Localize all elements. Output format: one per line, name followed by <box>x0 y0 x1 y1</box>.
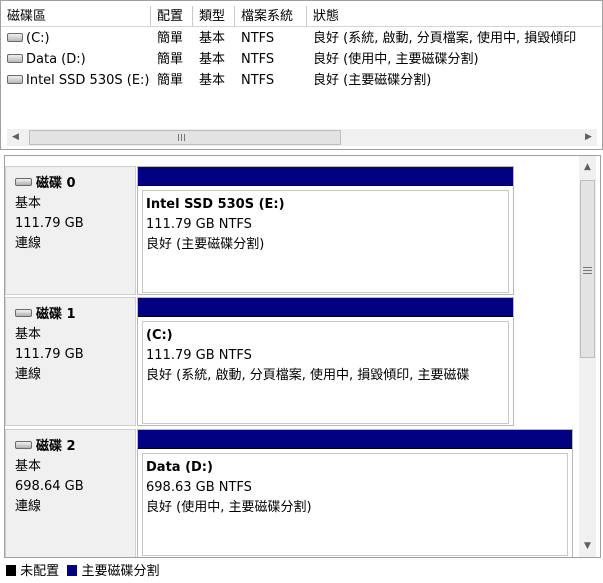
volume-layout: 簡單 <box>157 52 184 67</box>
disk-icon <box>15 178 32 186</box>
volume-layout: 簡單 <box>157 31 184 46</box>
disk-state: 連線 <box>15 367 42 382</box>
volume-filesystem: NTFS <box>241 52 275 67</box>
column-volume[interactable]: 磁碟區 <box>1 6 151 27</box>
scroll-up-icon[interactable]: ▲ <box>579 159 596 176</box>
volume-type: 基本 <box>199 52 226 67</box>
disk-row: 磁碟 1 基本 111.79 GB 連線 (C:) 111.79 GB NTFS… <box>5 297 580 426</box>
volume-name: Data (D:) <box>26 52 86 67</box>
disk-type: 基本 <box>15 196 42 211</box>
disk-type: 基本 <box>15 327 42 342</box>
disk-size: 698.64 GB <box>15 479 84 494</box>
volume-list: 磁碟區 配置 類型 檔案系統 狀態 (C:) 簡單 基本 NTFS 良好 (系統… <box>0 0 603 150</box>
disk-size: 111.79 GB <box>15 347 84 362</box>
scroll-down-icon[interactable]: ▼ <box>579 538 596 555</box>
volume-name: (C:) <box>26 31 50 46</box>
disk-info[interactable]: 磁碟 0 基本 111.79 GB 連線 <box>5 166 136 295</box>
scroll-thumb[interactable] <box>29 130 341 145</box>
partition-size-fs: 111.79 GB NTFS <box>146 348 252 363</box>
disk-graphic-view: 磁碟 0 基本 111.79 GB 連線 Intel SSD 530S (E:)… <box>4 155 601 558</box>
disk-icon <box>15 441 32 449</box>
partition-block[interactable]: Intel SSD 530S (E:) 111.79 GB NTFS 良好 (主… <box>137 166 514 295</box>
disk-info[interactable]: 磁碟 1 基本 111.79 GB 連線 <box>5 297 136 426</box>
volume-type: 基本 <box>199 73 226 88</box>
column-layout[interactable]: 配置 <box>151 6 193 27</box>
drive-icon <box>7 33 23 42</box>
legend: 未配置 主要磁碟分割 <box>6 563 603 581</box>
volume-type: 基本 <box>199 31 226 46</box>
volume-status: 良好 (系統, 啟動, 分頁檔案, 使用中, 損毀傾印 <box>313 31 577 46</box>
legend-primary-partition: 主要磁碟分割 <box>81 564 160 579</box>
partition-name: Data (D:) <box>146 460 213 475</box>
grip-icon <box>583 265 592 274</box>
disk-size: 111.79 GB <box>15 216 84 231</box>
volume-filesystem: NTFS <box>241 31 275 46</box>
volume-status: 良好 (使用中, 主要磁碟分割) <box>313 52 479 67</box>
partition-block[interactable]: Data (D:) 698.63 GB NTFS 良好 (使用中, 主要磁碟分割… <box>137 429 573 557</box>
disk-state: 連線 <box>15 499 42 514</box>
volume-filesystem: NTFS <box>241 73 275 88</box>
disk-row: 磁碟 0 基本 111.79 GB 連線 Intel SSD 530S (E:)… <box>5 166 580 295</box>
unallocated-swatch <box>6 564 16 576</box>
scroll-left-icon[interactable]: ◀ <box>7 129 24 146</box>
disk-state: 連線 <box>15 236 42 251</box>
primary-partition-bar <box>138 167 513 186</box>
scroll-right-icon[interactable]: ▶ <box>580 129 597 146</box>
disk-label: 磁碟 1 <box>36 307 76 322</box>
disk-label: 磁碟 0 <box>36 176 76 191</box>
disk-row: 磁碟 2 基本 698.64 GB 連線 Data (D:) 698.63 GB… <box>5 429 580 557</box>
grip-icon <box>178 134 187 141</box>
column-status[interactable]: 狀態 <box>307 6 601 27</box>
primary-partition-swatch <box>67 564 78 576</box>
volume-status: 良好 (主要磁碟分割) <box>313 73 432 88</box>
drive-icon <box>7 75 23 84</box>
partition-name: (C:) <box>146 328 173 343</box>
disk-management-window: 磁碟區 配置 類型 檔案系統 狀態 (C:) 簡單 基本 NTFS 良好 (系統… <box>0 0 603 583</box>
partition-size-fs: 111.79 GB NTFS <box>146 217 252 232</box>
partition-size-fs: 698.63 GB NTFS <box>146 480 252 495</box>
disk-type: 基本 <box>15 459 42 474</box>
partition-status: 良好 (主要磁碟分割) <box>146 237 265 252</box>
drive-icon <box>7 54 23 63</box>
primary-partition-bar <box>138 430 572 449</box>
volume-layout: 簡單 <box>157 73 184 88</box>
column-filesystem[interactable]: 檔案系統 <box>235 6 307 27</box>
partition-status: 良好 (系統, 啟動, 分頁檔案, 使用中, 損毀傾印, 主要磁碟 <box>146 368 470 383</box>
volume-row[interactable]: Data (D:) 簡單 基本 NTFS 良好 (使用中, 主要磁碟分割) <box>1 49 601 70</box>
column-header: 磁碟區 配置 類型 檔案系統 狀態 <box>1 6 601 28</box>
legend-unallocated: 未配置 <box>20 564 60 579</box>
disk-label: 磁碟 2 <box>36 439 76 454</box>
partition-block[interactable]: (C:) 111.79 GB NTFS 良好 (系統, 啟動, 分頁檔案, 使用… <box>137 297 514 426</box>
volume-row[interactable]: Intel SSD 530S (E:) 簡單 基本 NTFS 良好 (主要磁碟分… <box>1 70 601 91</box>
volume-row[interactable]: (C:) 簡單 基本 NTFS 良好 (系統, 啟動, 分頁檔案, 使用中, 損… <box>1 28 601 49</box>
disk-info[interactable]: 磁碟 2 基本 698.64 GB 連線 <box>5 429 136 557</box>
disk-icon <box>15 309 32 317</box>
partition-status: 良好 (使用中, 主要磁碟分割) <box>146 500 312 515</box>
scroll-thumb[interactable] <box>580 180 595 358</box>
column-type[interactable]: 類型 <box>193 6 235 27</box>
vertical-scrollbar[interactable]: ▲ ▼ <box>579 156 596 557</box>
partition-name: Intel SSD 530S (E:) <box>146 197 285 212</box>
volume-name: Intel SSD 530S (E:) <box>26 73 150 88</box>
primary-partition-bar <box>138 298 513 317</box>
horizontal-scrollbar[interactable]: ◀ ▶ <box>7 129 597 146</box>
